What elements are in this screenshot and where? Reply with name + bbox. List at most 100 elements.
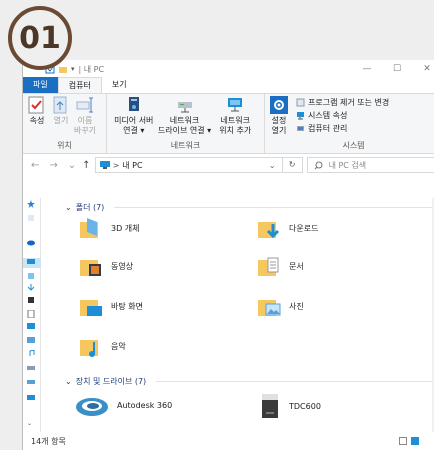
drive-label: TDC600 bbox=[289, 401, 321, 411]
drive-nav-icon[interactable] bbox=[27, 364, 35, 372]
address-input[interactable]: > 내 PC ⌄ bbox=[94, 157, 283, 173]
address-bar-row: ← → ⌄ ↑ > 내 PC ⌄ ↻ 내 PC 검색 bbox=[23, 154, 434, 176]
folders-section-header[interactable]: ⌄ 폴더 (7) bbox=[65, 202, 432, 213]
3d-objects-nav-icon[interactable] bbox=[27, 272, 35, 280]
network-drive-icon bbox=[177, 102, 192, 113]
desktop-folder-icon bbox=[80, 300, 102, 316]
maximize-button[interactable]: ☐ bbox=[382, 64, 412, 74]
collapse-chevron-icon: ⌄ bbox=[65, 377, 72, 386]
file-explorer-window: ▾ | 내 PC — ☐ ✕ 파일 컴퓨터 보기 속성 열기 이름 바꾸기 위치… bbox=[22, 60, 434, 450]
tdc600-device-icon bbox=[262, 394, 278, 418]
network-location-icon bbox=[228, 98, 243, 112]
collapse-chevron-icon: ⌄ bbox=[65, 203, 72, 212]
system-properties-label: 시스템 속성 bbox=[308, 111, 348, 120]
nav-item-icon[interactable] bbox=[27, 214, 35, 222]
folder-documents[interactable]: 문서 bbox=[257, 254, 304, 278]
drive-autodesk-360[interactable]: Autodesk 360 bbox=[75, 392, 172, 418]
tab-file[interactable]: 파일 bbox=[23, 77, 58, 93]
folder-label: 바탕 화면 bbox=[111, 301, 143, 311]
minimize-button[interactable]: — bbox=[352, 64, 382, 74]
details-view-icon[interactable] bbox=[399, 437, 407, 445]
downloads-nav-icon[interactable] bbox=[27, 284, 35, 292]
rename-icon bbox=[76, 97, 93, 113]
documents-folder-icon bbox=[258, 257, 279, 276]
ribbon-tabs: 파일 컴퓨터 보기 bbox=[23, 77, 434, 94]
documents-nav-icon[interactable] bbox=[27, 310, 35, 318]
ribbon-group-network: 미디어 서버 연결 ▾ 네트워크 드라이브 연결 ▾ 네트워크 위치 추가 네트… bbox=[107, 94, 265, 154]
new-folder-icon[interactable] bbox=[58, 64, 68, 74]
folder-downloads[interactable]: 다운로드 bbox=[257, 216, 318, 240]
media-server-label: 미디어 서버 연결 ▾ bbox=[114, 116, 154, 135]
computer-management-icon bbox=[297, 126, 304, 131]
uninstall-icon bbox=[296, 98, 305, 107]
pictures-folder-icon bbox=[258, 300, 281, 316]
folder-desktop[interactable]: 바탕 화면 bbox=[79, 294, 143, 318]
title-bar: ▾ | 내 PC — ☐ ✕ bbox=[23, 60, 434, 78]
item-count: 14개 항목 bbox=[31, 436, 66, 446]
properties-check-icon bbox=[28, 96, 44, 114]
drive-label: Autodesk 360 bbox=[117, 400, 173, 410]
3d-objects-folder-icon bbox=[80, 218, 98, 238]
rename-label: 이름 바꾸기 bbox=[73, 116, 97, 135]
tab-computer[interactable]: 컴퓨터 bbox=[57, 77, 102, 93]
uninstall-program-button[interactable]: 프로그램 제거 또는 변경 bbox=[296, 97, 389, 108]
folder-label: 동영상 bbox=[111, 261, 134, 271]
this-pc-icon bbox=[99, 161, 110, 169]
videos-nav-icon[interactable] bbox=[27, 296, 35, 304]
music-nav-icon[interactable] bbox=[27, 350, 35, 358]
drives-section-header[interactable]: ⌄ 장치 및 드라이브 (7) bbox=[65, 376, 432, 387]
system-properties-button[interactable]: 시스템 속성 bbox=[296, 110, 389, 121]
group-label-system: 시스템 bbox=[342, 141, 365, 150]
window-title: | 내 PC bbox=[78, 64, 105, 74]
folder-pictures[interactable]: 사진 bbox=[257, 294, 304, 318]
quick-access-star-icon[interactable] bbox=[27, 200, 35, 208]
add-network-location-label: 네트워크 위치 추가 bbox=[219, 116, 252, 135]
back-button[interactable]: ← bbox=[31, 160, 39, 171]
group-label-location: 위치 bbox=[57, 141, 72, 150]
nav-scroll-down-icon[interactable]: ⌄ bbox=[27, 420, 32, 427]
search-box[interactable]: 내 PC 검색 bbox=[306, 157, 434, 173]
folder-label: 음악 bbox=[111, 341, 126, 351]
this-pc-nav-icon bbox=[27, 259, 35, 264]
qat-dropdown-icon[interactable]: ▾ bbox=[71, 65, 75, 73]
breadcrumb-separator: > bbox=[112, 160, 120, 170]
media-server-icon bbox=[128, 97, 139, 111]
step-number-badge: 01 bbox=[8, 6, 72, 70]
content-pane: ⌄ 폴더 (7) 3D 개체 다운로드 동영상 문서 바탕 화면 사진 음악 ⌄… bbox=[45, 198, 432, 432]
drive-tdc600[interactable]: TDC600 bbox=[259, 392, 321, 420]
ribbon-group-system: 설정 열기 프로그램 제거 또는 변경 시스템 속성 컴퓨터 관리 시스템 bbox=[265, 94, 434, 154]
recent-locations-button[interactable]: ⌄ bbox=[68, 160, 76, 171]
folder-videos[interactable]: 동영상 bbox=[79, 254, 133, 278]
desktop-nav-icon[interactable] bbox=[27, 322, 35, 330]
status-bar: 14개 항목 bbox=[23, 432, 434, 450]
map-network-drive-label: 네트워크 드라이브 연결 ▾ bbox=[157, 116, 212, 135]
videos-folder-icon bbox=[80, 260, 101, 276]
downloads-folder-icon bbox=[258, 222, 280, 239]
ribbon: 속성 열기 이름 바꾸기 위치 미디어 서버 연결 ▾ 네트워크 드라이브 연결… bbox=[23, 94, 434, 154]
address-dropdown-icon[interactable]: ⌄ bbox=[269, 161, 276, 170]
tab-view[interactable]: 보기 bbox=[102, 77, 137, 93]
folder-music[interactable]: 음악 bbox=[79, 334, 126, 358]
ribbon-group-location: 속성 열기 이름 바꾸기 위치 bbox=[23, 94, 107, 154]
settings-gear-icon bbox=[270, 96, 288, 114]
network-nav-icon[interactable] bbox=[27, 394, 35, 402]
uninstall-program-label: 프로그램 제거 또는 변경 bbox=[308, 98, 390, 107]
refresh-button[interactable]: ↻ bbox=[282, 157, 303, 173]
search-placeholder: 내 PC 검색 bbox=[328, 160, 367, 170]
forward-button[interactable]: → bbox=[49, 160, 57, 171]
onedrive-cloud-icon[interactable] bbox=[27, 238, 35, 246]
folder-3d-objects[interactable]: 3D 개체 bbox=[79, 216, 140, 240]
computer-management-button[interactable]: 컴퓨터 관리 bbox=[296, 123, 389, 134]
computer-management-label: 컴퓨터 관리 bbox=[308, 124, 348, 133]
open-settings-label: 설정 열기 bbox=[271, 116, 287, 135]
open-icon bbox=[53, 96, 67, 114]
close-button[interactable]: ✕ bbox=[412, 64, 434, 74]
folder-label: 3D 개체 bbox=[111, 223, 140, 233]
open-label: 열기 bbox=[53, 116, 69, 125]
breadcrumb-this-pc[interactable]: 내 PC bbox=[122, 160, 142, 171]
drive-nav-icon-2[interactable] bbox=[27, 378, 35, 386]
navigation-pane[interactable]: ⌄ bbox=[23, 198, 41, 432]
large-icons-view-icon[interactable] bbox=[411, 437, 419, 445]
pictures-nav-icon[interactable] bbox=[27, 336, 35, 344]
up-button[interactable]: ↑ bbox=[82, 160, 90, 171]
